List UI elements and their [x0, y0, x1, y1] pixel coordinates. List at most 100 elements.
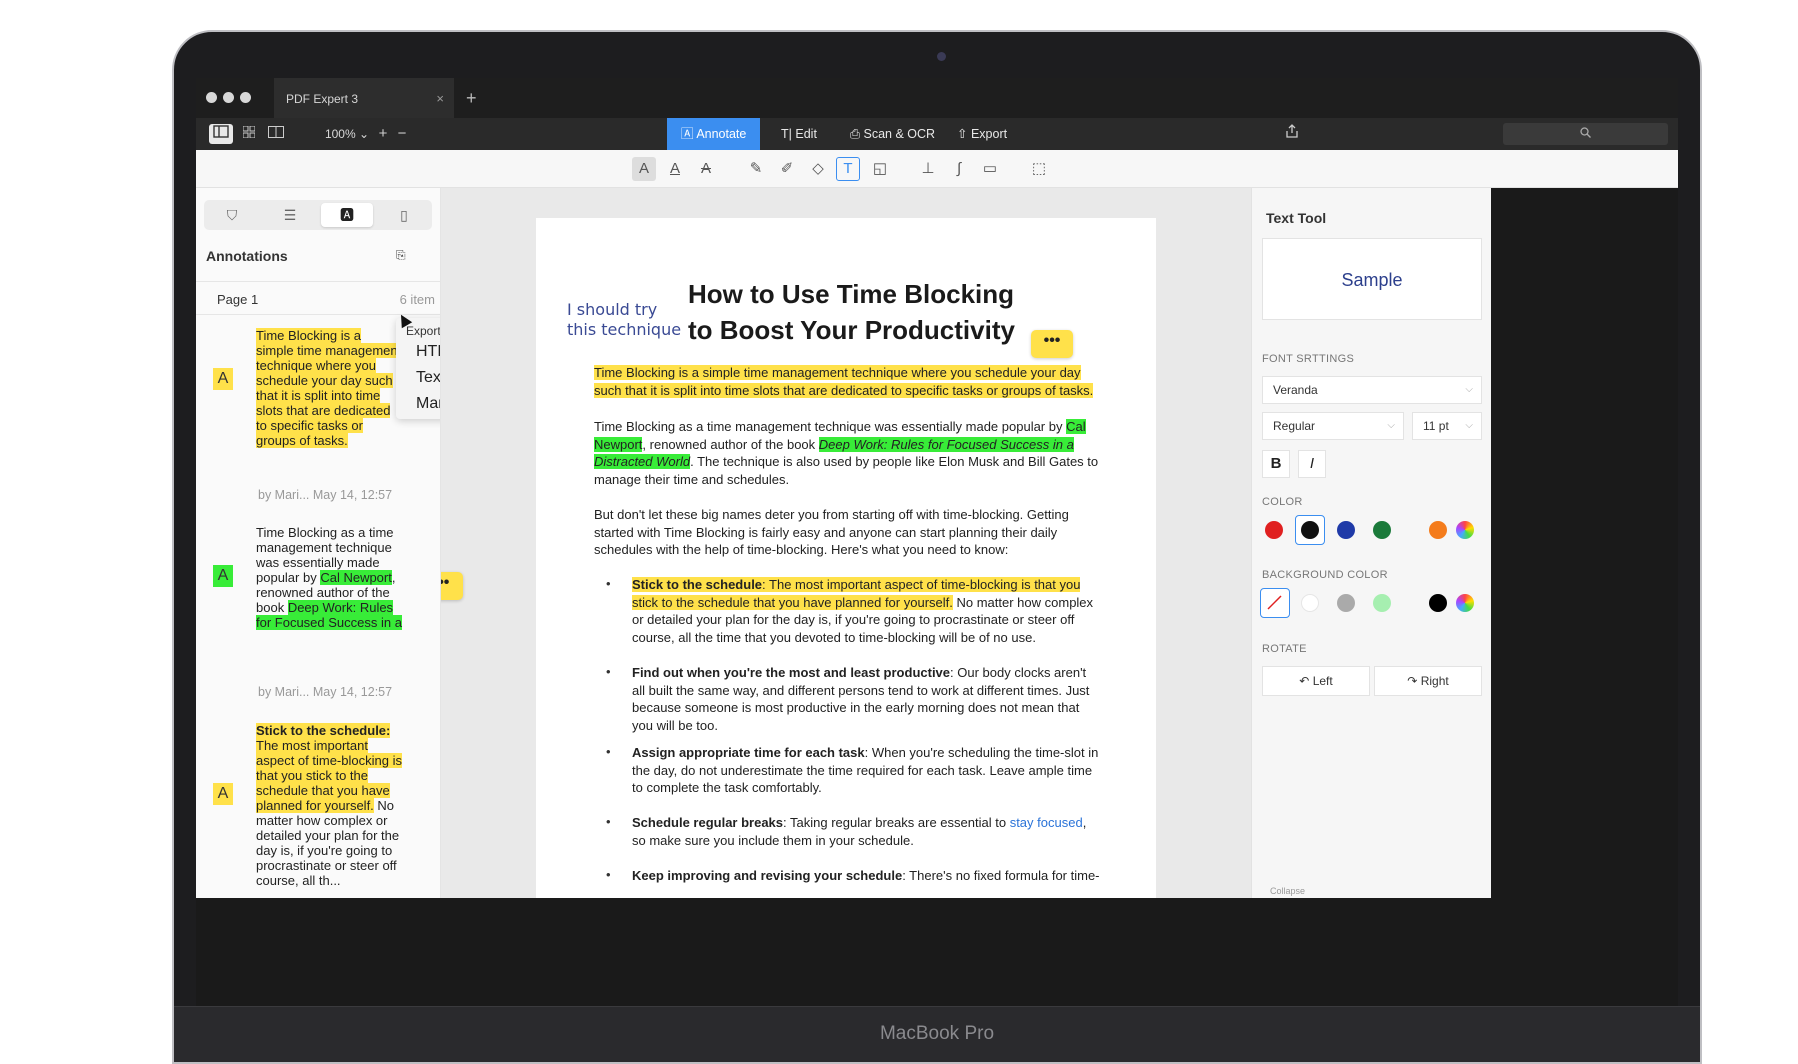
bg-swatch-white[interactable] [1301, 594, 1319, 612]
highlight-text-icon[interactable]: A [632, 157, 656, 181]
annotation-meta: by Mari... May 14, 12:57 [258, 685, 393, 699]
rotate-right-button[interactable]: ↷ Right [1374, 666, 1482, 696]
sidebar-tabs: ⛉ ☰ 🅰 ▯ [204, 200, 432, 230]
pen-icon[interactable]: ✎ [744, 157, 768, 181]
bullet-mark: • [606, 744, 611, 759]
paragraph: Time Blocking as a time management techn… [594, 418, 1104, 488]
bookmark-icon[interactable]: ⛉ [206, 203, 258, 227]
new-tab-button[interactable]: + [466, 78, 477, 118]
maximize-window-button[interactable] [240, 92, 251, 103]
stay-focused-link[interactable]: stay focused [1010, 815, 1083, 830]
color-swatch-red[interactable] [1265, 521, 1283, 539]
stamp-icon[interactable]: ⊥ [916, 157, 940, 181]
comment-icon[interactable]: ▭ [978, 157, 1002, 181]
menu-title: Export Annotations as [406, 324, 441, 338]
margin-note[interactable]: I should try this technique [567, 300, 681, 340]
bg-color-picker-icon[interactable] [1456, 594, 1474, 612]
tab-export[interactable]: ⇧ Export [943, 118, 1021, 150]
color-picker-icon[interactable] [1456, 521, 1474, 539]
annotation-toolbar: A A A ✎ ✐ ◇ T ◱ ⊥ ∫ ▭ ⬚ [196, 150, 1678, 188]
bold-button[interactable]: B [1262, 450, 1290, 478]
collapse-button[interactable]: Collapse [1270, 886, 1305, 896]
underline-text-icon[interactable]: A [663, 157, 687, 181]
tab-scan-ocr[interactable]: ⎙ Scan & OCR [836, 118, 949, 150]
annotations-icon[interactable]: 🅰 [321, 203, 373, 227]
laptop-frame: PDF Expert 3 × + 100% ⌄ + − 🄰 Annotate T… [172, 30, 1702, 1064]
color-swatch-blue[interactable] [1337, 521, 1355, 539]
chevron-down-icon: ⌄ [358, 127, 370, 141]
bg-swatch-black[interactable] [1429, 594, 1447, 612]
tab-export-label: Export [970, 127, 1008, 141]
zoom-out-button[interactable]: − [395, 124, 409, 144]
text-box-icon[interactable]: T [836, 157, 860, 181]
bullet-mark: • [606, 814, 611, 829]
screen: PDF Expert 3 × + 100% ⌄ + − 🄰 Annotate T… [196, 78, 1678, 1006]
bg-swatch-gray[interactable] [1337, 594, 1355, 612]
margin-note-line: this technique [567, 320, 682, 339]
bullet-mark: • [606, 576, 611, 591]
tab-close-icon[interactable]: × [436, 78, 444, 120]
page-label: Page 1 [217, 292, 259, 307]
minimize-window-button[interactable] [223, 92, 234, 103]
color-swatch-green[interactable] [1373, 521, 1391, 539]
tab-edit-label: Edit [795, 127, 817, 141]
grid-view-icon[interactable] [237, 124, 261, 144]
signature-icon[interactable]: ∫ [947, 157, 971, 181]
tab-title: PDF Expert 3 [286, 92, 359, 106]
highlight-icon: A [213, 368, 233, 390]
bg-swatch-light-green[interactable] [1373, 594, 1391, 612]
font-family-select[interactable]: Veranda ⌵ [1262, 376, 1482, 404]
font-style-value: Regular [1273, 419, 1316, 433]
page-icon[interactable]: ▯ [378, 203, 430, 227]
menu-item-markdown[interactable]: Markdown [416, 395, 440, 413]
comment-icon[interactable]: ••• [1031, 330, 1073, 358]
comment-icon[interactable]: ••• [441, 572, 463, 600]
list-item: Keep improving and revising your schedul… [632, 867, 1102, 885]
menu-item-text[interactable]: Text [416, 369, 440, 387]
close-window-button[interactable] [206, 92, 217, 103]
laptop-chin: MacBook Pro [174, 1006, 1700, 1062]
tab-edit[interactable]: T| Edit [767, 118, 831, 150]
bullet-text: : Taking regular breaks are essential to [783, 815, 1010, 830]
title-bar: PDF Expert 3 × + [196, 78, 1678, 118]
bullet-mark: • [606, 664, 611, 679]
outline-icon[interactable]: ☰ [264, 203, 316, 227]
font-size-select[interactable]: 11 pt ⌵ [1412, 412, 1482, 440]
font-style-select[interactable]: Regular ⌵ [1262, 412, 1404, 440]
annotate-icon: 🄰 [681, 127, 694, 141]
zoom-select[interactable]: 100% ⌄ [322, 124, 372, 144]
list-item: Assign appropriate time for each task: W… [632, 744, 1102, 797]
eraser-icon[interactable]: ◇ [806, 157, 830, 181]
highlighter-icon[interactable]: ✐ [775, 157, 799, 181]
paragraph: But don't let these big names deter you … [594, 507, 1069, 557]
document-title: How to Use Time Blocking to Boost Your P… [688, 276, 1015, 348]
export-icon: ⇧ [957, 127, 968, 141]
export-annotations-icon[interactable]: ⎘ [396, 248, 412, 264]
rotate-left-button[interactable]: ↶ Left [1262, 666, 1370, 696]
sidebar-view-icon[interactable] [209, 124, 233, 144]
share-icon[interactable] [1282, 124, 1302, 144]
tab-annotate[interactable]: 🄰 Annotate [667, 118, 761, 150]
annotation-highlight: Time Blocking is a simple time managemen… [256, 328, 402, 448]
annotation-text: Stick to the schedule: The most importan… [256, 723, 402, 888]
strikethrough-text-icon[interactable]: A [694, 157, 718, 181]
tab-scan-label: Scan & OCR [863, 127, 936, 141]
selection-icon[interactable]: ⬚ [1027, 157, 1051, 181]
two-page-view-icon[interactable] [264, 124, 288, 144]
menu-item-html[interactable]: HTML [416, 343, 440, 361]
color-swatch-black[interactable] [1301, 521, 1319, 539]
highlighted-text[interactable]: Time Blocking is a simple time managemen… [594, 365, 1094, 398]
annotation-highlight: Cal Newport [320, 570, 392, 585]
font-size-value: 11 pt [1423, 419, 1449, 433]
color-swatch-orange[interactable] [1429, 521, 1447, 539]
italic-button[interactable]: I [1298, 450, 1326, 478]
font-settings-label: FONT SRTTINGS [1262, 353, 1355, 365]
tab-document[interactable]: PDF Expert 3 × [274, 78, 454, 118]
text-tool-panel: Text Tool Sample FONT SRTTINGS Veranda ⌵ … [1251, 188, 1491, 898]
shapes-icon[interactable]: ◱ [868, 157, 892, 181]
no-fill-swatch[interactable] [1260, 588, 1290, 618]
search-input[interactable] [1503, 123, 1668, 145]
font-family-value: Veranda [1273, 383, 1318, 397]
annotations-sidebar: ⛉ ☰ 🅰 ▯ Annotations ⎘ Page 1 6 item A Ti… [196, 188, 441, 898]
zoom-in-button[interactable]: + [376, 124, 390, 144]
